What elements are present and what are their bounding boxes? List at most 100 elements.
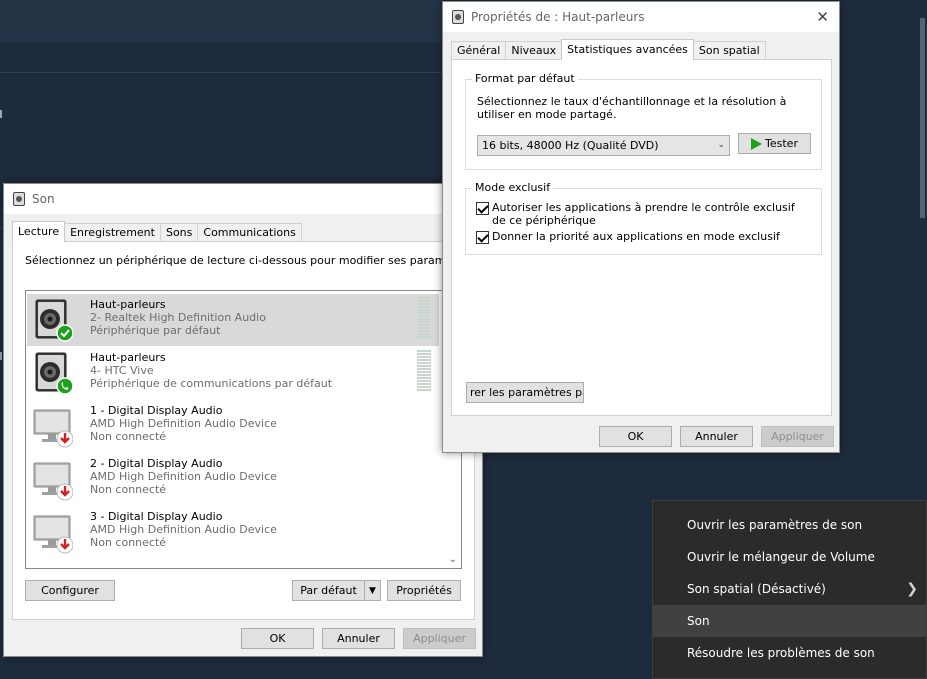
sound-context-menu: Ouvrir les paramètres de son Ouvrir le m… (652, 500, 927, 679)
allow-exclusive-checkbox[interactable] (476, 202, 489, 215)
device-name: 2 - Digital Display Audio (90, 457, 223, 470)
device-driver: 4- HTC Vive (90, 364, 154, 377)
menu-open-sound-settings[interactable]: Ouvrir les paramètres de son (653, 509, 926, 541)
device-driver: 2- Realtek High Definition Audio (90, 311, 266, 324)
disconnected-badge (56, 536, 73, 554)
props-cancel-button[interactable]: Annuler (680, 426, 753, 447)
device-row[interactable]: 3 - Digital Display Audio AMD High Defini… (27, 506, 439, 558)
properties-titlebar[interactable]: Propriétés de : Haut-parleurs ✕ (443, 2, 839, 32)
device-row[interactable]: Haut-parleurs 4- HTC Vive Périphérique de … (27, 347, 439, 399)
device-row[interactable]: 2 - Digital Display Audio AMD High Defini… (27, 453, 439, 505)
close-icon[interactable]: ✕ (816, 8, 829, 26)
props-ok-button[interactable]: OK (599, 426, 672, 447)
props-apply-button[interactable]: Appliquer (761, 426, 834, 447)
tab-niveaux[interactable]: Niveaux (505, 41, 563, 59)
device-row[interactable]: 1 - Digital Display Audio AMD High Defini… (27, 400, 439, 452)
allow-exclusive-row[interactable]: Autoriser les applications à prendre le … (476, 201, 811, 227)
properties-button[interactable]: Propriétés (387, 580, 461, 601)
speaker-icon (35, 352, 73, 395)
device-text: Haut-parleurs 4- HTC Vive Périphérique de … (90, 351, 332, 390)
background-divider (0, 72, 443, 73)
device-status: Non connecté (90, 483, 167, 496)
device-text: Haut-parleurs 2- Realtek High Definition … (90, 298, 266, 337)
sound-dialog-title: Son (32, 192, 55, 206)
chevron-right-icon: ❯ (906, 581, 918, 597)
sound-tabs: Lecture Enregistrement Sons Communicatio… (12, 221, 302, 242)
tab-sons[interactable]: Sons (159, 223, 199, 241)
tab-general[interactable]: Général (451, 41, 507, 59)
properties-tabs: Général Niveaux Statistiques avancées So… (451, 39, 766, 60)
play-icon (751, 137, 763, 150)
set-default-dropdown-arrow-icon[interactable]: ▼ (365, 581, 380, 600)
tab-enregistrement[interactable]: Enregistrement (64, 223, 161, 241)
default-format-description: Sélectionnez le taux d'échantillonnage e… (477, 95, 787, 121)
playback-instruction: Sélectionnez un périphérique de lecture … (25, 254, 474, 267)
device-text: 1 - Digital Display Audio AMD High Defini… (90, 404, 277, 443)
speaker-icon (452, 10, 464, 24)
test-button[interactable]: Tester (738, 133, 811, 154)
volume-level-meter (417, 350, 431, 394)
disconnected-badge (56, 483, 73, 501)
menu-item-label: Son (687, 614, 710, 628)
menu-item-label: Résoudre les problèmes de son (687, 646, 875, 660)
device-text: 3 - Digital Display Audio AMD High Defini… (90, 510, 277, 549)
test-button-label: Tester (765, 137, 798, 150)
tab-communications[interactable]: Communications (197, 223, 302, 241)
background-window-header (0, 0, 443, 42)
background-scrollbar-thumb[interactable] (920, 18, 925, 218)
phone-badge (56, 377, 73, 395)
device-name: 1 - Digital Display Audio (90, 404, 223, 417)
device-driver: AMD High Definition Audio Device (90, 523, 277, 536)
device-row[interactable]: Haut-parleurs 2- Realtek High Definition … (27, 294, 439, 346)
speaker-properties-dialog: Propriétés de : Haut-parleurs ✕ Général … (442, 1, 840, 453)
default-format-group: Format par défaut Sélectionnez le taux d… (465, 72, 822, 170)
playback-panel: Sélectionnez un périphérique de lecture … (12, 241, 475, 620)
set-default-button[interactable]: Par défaut (293, 581, 365, 600)
device-name: Haut-parleurs (90, 351, 166, 364)
allow-exclusive-label: Autoriser les applications à prendre le … (492, 201, 795, 227)
son-ok-button[interactable]: OK (241, 628, 314, 649)
default-format-label: Format par défaut (472, 72, 578, 85)
scroll-down-arrow-icon[interactable]: ⌄ (449, 554, 457, 565)
device-name: 3 - Digital Display Audio (90, 510, 223, 523)
sound-dialog: Son Lecture Enregistrement Sons Communic… (3, 183, 483, 657)
volume-level-meter (417, 297, 431, 341)
exclusive-mode-label: Mode exclusif (472, 181, 554, 194)
monitor-icon (33, 462, 73, 501)
speaker-icon (35, 299, 73, 342)
menu-spatial-sound[interactable]: Son spatial (Désactivé) ❯ (653, 573, 926, 605)
default-check-badge (56, 324, 73, 342)
son-apply-button[interactable]: Appliquer (403, 628, 476, 649)
menu-sound[interactable]: Son (653, 605, 926, 637)
menu-item-label: Ouvrir le mélangeur de Volume (687, 550, 875, 564)
monitor-icon (33, 409, 73, 448)
sound-dialog-titlebar[interactable]: Son (4, 184, 482, 214)
configure-button[interactable]: Configurer (25, 580, 115, 601)
speaker-icon (13, 192, 25, 206)
menu-item-label: Son spatial (Désactivé) (687, 582, 826, 596)
tab-son-spatial[interactable]: Son spatial (692, 41, 766, 59)
chevron-down-icon: ⌄ (717, 140, 725, 150)
format-select[interactable]: 16 bits, 48000 Hz (Qualité DVD) ⌄ (477, 135, 730, 156)
priority-exclusive-label: Donner la priorité aux applications en m… (492, 230, 780, 243)
device-list[interactable]: ⌄ Haut-parleurs 2- Realtek High Definitio… (25, 290, 462, 569)
priority-exclusive-checkbox[interactable] (476, 231, 489, 244)
device-status: Périphérique par défaut (90, 324, 221, 337)
menu-item-label: Ouvrir les paramètres de son (687, 518, 863, 532)
device-status: Périphérique de communications par défau… (90, 377, 333, 390)
menu-open-volume-mixer[interactable]: Ouvrir le mélangeur de Volume (653, 541, 926, 573)
son-cancel-button[interactable]: Annuler (322, 628, 395, 649)
restore-defaults-button[interactable]: rer les paramètres par (466, 382, 584, 403)
format-select-value: 16 bits, 48000 Hz (Qualité DVD) (482, 139, 659, 152)
background-mark (0, 110, 2, 118)
set-default-split-button[interactable]: Par défaut ▼ (292, 580, 381, 601)
priority-exclusive-row[interactable]: Donner la priorité aux applications en m… (476, 230, 780, 244)
device-driver: AMD High Definition Audio Device (90, 470, 277, 483)
tab-lecture[interactable]: Lecture (12, 221, 66, 242)
advanced-panel: Format par défaut Sélectionnez le taux d… (451, 59, 832, 416)
menu-troubleshoot-sound[interactable]: Résoudre les problèmes de son (653, 637, 926, 669)
disconnected-badge (56, 430, 73, 448)
monitor-icon (33, 515, 73, 554)
tab-statistiques-avancees[interactable]: Statistiques avancées (561, 39, 694, 60)
device-status: Non connecté (90, 536, 167, 549)
